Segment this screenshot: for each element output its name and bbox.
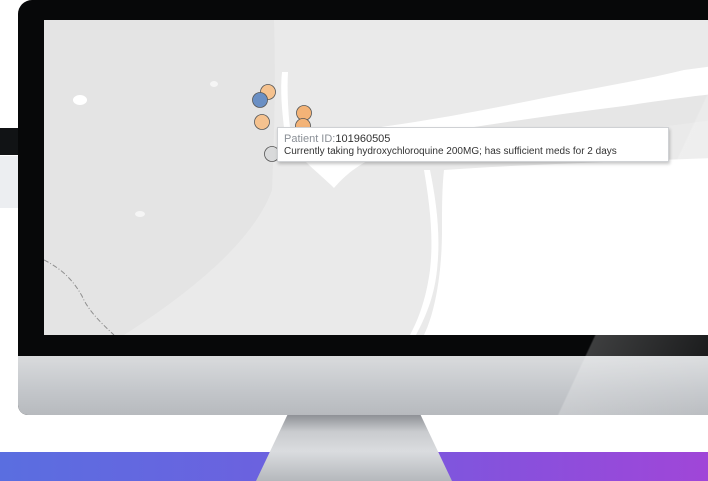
map-lake [210, 81, 218, 87]
patient-id-label: Patient ID: [284, 133, 336, 145]
patient-marker[interactable] [252, 92, 268, 108]
map-water-ocean [424, 158, 708, 335]
map-canvas[interactable] [44, 20, 708, 335]
monitor-stand [256, 415, 452, 481]
patient-tooltip: Patient ID:101960505 Currently taking hy… [277, 127, 669, 162]
monitor-chin [18, 356, 708, 415]
patient-id-value: 101960505 [335, 133, 391, 145]
map-screen[interactable] [44, 20, 708, 335]
map-lake [73, 95, 87, 105]
tooltip-header: Patient ID:101960505 [284, 133, 390, 146]
monitor [18, 0, 708, 415]
tooltip-description: Currently taking hydroxychloroquine 200M… [284, 146, 617, 157]
map-lake [135, 211, 145, 217]
patient-marker[interactable] [254, 114, 270, 130]
